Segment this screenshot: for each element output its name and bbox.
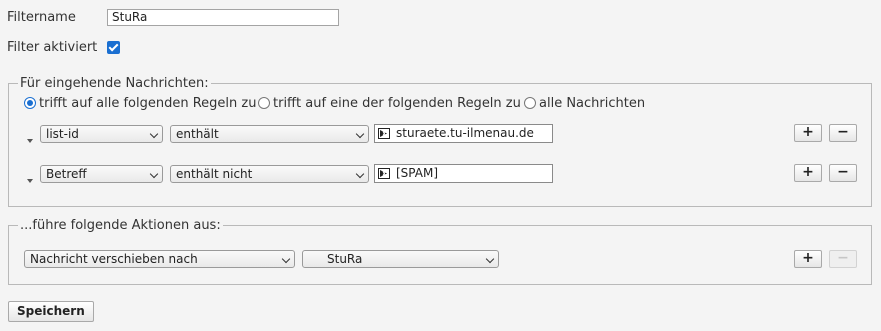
match-allmessages-label: alle Nachrichten [539, 95, 646, 111]
rule-2-add-button[interactable]: + [794, 164, 822, 182]
rule-2-value-input[interactable]: [SPAM] [374, 164, 553, 183]
match-all-radio-option[interactable]: trifft auf alle folgenden Regeln zu [24, 94, 256, 112]
chevron-down-icon [149, 169, 159, 179]
rule-2-field-select[interactable]: Betreff [40, 165, 163, 183]
chevron-down-icon [485, 254, 495, 264]
filtername-label: Filtername [7, 10, 76, 25]
rule-2-remove-button[interactable]: − [829, 164, 857, 182]
match-any-radio-option[interactable]: trifft auf eine der folgenden Regeln zu [258, 94, 521, 112]
action-1-target-select[interactable]: StuRa [302, 250, 499, 268]
chevron-down-icon [281, 254, 291, 264]
filter-active-label: Filter aktiviert [7, 40, 98, 55]
action-1-remove-button: − [829, 250, 857, 268]
rule-1-value-input[interactable]: sturaete.tu-ilmenau.de [374, 124, 553, 143]
filtername-input[interactable]: StuRa [107, 9, 339, 26]
match-allmessages-radio[interactable] [524, 97, 536, 109]
tag-icon [378, 128, 390, 139]
incoming-rules-legend: Für eingehende Nachrichten: [20, 76, 209, 91]
filter-active-checkbox[interactable] [107, 41, 120, 54]
match-all-radio[interactable] [24, 97, 36, 109]
chevron-down-icon [355, 129, 365, 139]
rule-1-remove-button[interactable]: − [829, 124, 857, 142]
match-allmessages-radio-option[interactable]: alle Nachrichten [524, 94, 645, 112]
rule-1-add-button[interactable]: + [794, 124, 822, 142]
save-button[interactable]: Speichern [8, 301, 94, 322]
rule-1-expand-icon[interactable] [27, 139, 33, 143]
tag-icon [378, 168, 390, 179]
rule-2-operator-select[interactable]: enthält nicht [170, 165, 369, 183]
rule-1-operator-select[interactable]: enthält [170, 125, 369, 143]
chevron-down-icon [149, 129, 159, 139]
chevron-down-icon [355, 169, 365, 179]
action-1-type-select[interactable]: Nachricht verschieben nach [24, 250, 295, 268]
actions-legend: ...führe folgende Aktionen aus: [20, 218, 221, 233]
rule-1-field-select[interactable]: list-id [40, 125, 163, 143]
rule-2-expand-icon[interactable] [27, 179, 33, 183]
match-all-label: trifft auf alle folgenden Regeln zu [39, 95, 257, 111]
match-any-radio[interactable] [258, 97, 270, 109]
match-any-label: trifft auf eine der folgenden Regeln zu [273, 95, 521, 111]
action-1-add-button[interactable]: + [794, 250, 822, 268]
